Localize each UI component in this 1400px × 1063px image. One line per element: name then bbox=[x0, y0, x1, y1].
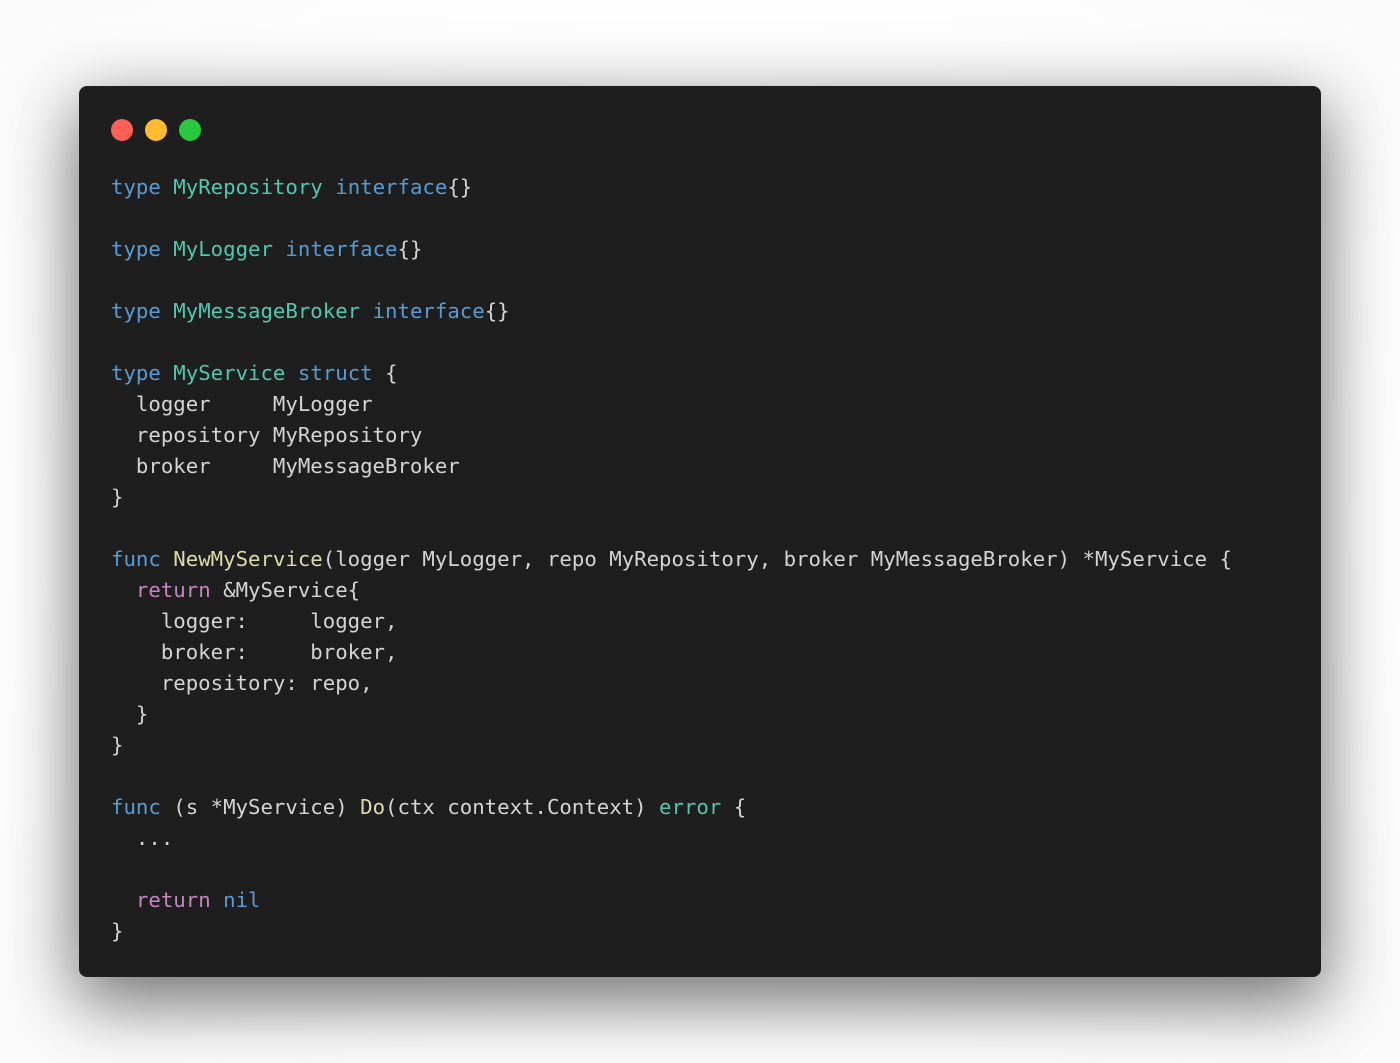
code-token: error bbox=[659, 795, 722, 819]
code-token: MyLogger bbox=[173, 237, 273, 261]
code-token: MyService bbox=[173, 361, 286, 385]
code-line: repository MyRepository bbox=[111, 420, 1232, 451]
code-token: interface bbox=[285, 237, 398, 261]
code-token: Do bbox=[360, 795, 386, 819]
code-line: logger MyLogger bbox=[111, 389, 1232, 420]
code-token: MyRepository bbox=[173, 175, 323, 199]
code-token: struct bbox=[297, 361, 373, 385]
code-token: (logger MyLogger, repo MyRepository, bro… bbox=[322, 547, 1232, 571]
code-token: interface bbox=[335, 175, 448, 199]
code-window: type MyRepository interface{} type MyLogg… bbox=[79, 86, 1321, 977]
code-line: return nil bbox=[111, 885, 1232, 916]
code-line: type MyService struct { bbox=[111, 358, 1232, 389]
code-token: { bbox=[372, 361, 398, 385]
code-token: func bbox=[111, 547, 161, 571]
code-line: broker MyMessageBroker bbox=[111, 451, 1232, 482]
code-line: type MyMessageBroker interface{} bbox=[111, 296, 1232, 327]
canvas-background: type MyRepository interface{} type MyLogg… bbox=[0, 0, 1400, 1063]
code-token: &MyService{ bbox=[210, 578, 361, 602]
code-line: } bbox=[111, 482, 1232, 513]
code-token: (s *MyService) bbox=[160, 795, 361, 819]
code-token: {} bbox=[397, 237, 423, 261]
code-token: {} bbox=[447, 175, 473, 199]
code-token: MyMessageBroker bbox=[173, 299, 361, 323]
code-line: type MyRepository interface{} bbox=[111, 172, 1232, 203]
code-token: } bbox=[111, 733, 124, 757]
code-token: repository MyRepository bbox=[111, 423, 423, 447]
code-token: broker MyMessageBroker bbox=[111, 454, 460, 478]
code-line: return &MyService{ bbox=[111, 575, 1232, 606]
code-line: broker: broker, bbox=[111, 637, 1232, 668]
code-line: } bbox=[111, 699, 1232, 730]
code-token: { bbox=[721, 795, 747, 819]
code-token: {} bbox=[484, 299, 510, 323]
code-token: nil bbox=[223, 888, 261, 912]
code-line: } bbox=[111, 916, 1232, 947]
code-token: repository: repo, bbox=[111, 671, 373, 695]
code-block: type MyRepository interface{} type MyLogg… bbox=[111, 172, 1232, 947]
code-token: logger MyLogger bbox=[111, 392, 373, 416]
code-line: logger: logger, bbox=[111, 606, 1232, 637]
code-line: func (s *MyService) Do(ctx context.Conte… bbox=[111, 792, 1232, 823]
code-token: NewMyService bbox=[173, 547, 323, 571]
code-line: type MyLogger interface{} bbox=[111, 234, 1232, 265]
code-token: return bbox=[135, 888, 211, 912]
code-token: ... bbox=[111, 826, 174, 850]
minimize-button[interactable] bbox=[145, 119, 167, 141]
code-line: func NewMyService(logger MyLogger, repo … bbox=[111, 544, 1232, 575]
code-line: ... bbox=[111, 823, 1232, 854]
code-token: type bbox=[111, 299, 161, 323]
code-token: type bbox=[111, 361, 161, 385]
code-token: } bbox=[111, 702, 149, 726]
close-button[interactable] bbox=[111, 119, 133, 141]
code-token: } bbox=[111, 919, 124, 943]
code-token: func bbox=[111, 795, 161, 819]
code-token: (ctx context.Context) bbox=[385, 795, 660, 819]
code-line: repository: repo, bbox=[111, 668, 1232, 699]
code-token: type bbox=[111, 175, 161, 199]
code-token: broker: broker, bbox=[111, 640, 398, 664]
code-token: } bbox=[111, 485, 124, 509]
window-controls bbox=[111, 119, 201, 141]
code-token: logger: logger, bbox=[111, 609, 398, 633]
code-token: type bbox=[111, 237, 161, 261]
zoom-button[interactable] bbox=[179, 119, 201, 141]
code-token: return bbox=[135, 578, 211, 602]
code-token: interface bbox=[372, 299, 485, 323]
code-line: } bbox=[111, 730, 1232, 761]
